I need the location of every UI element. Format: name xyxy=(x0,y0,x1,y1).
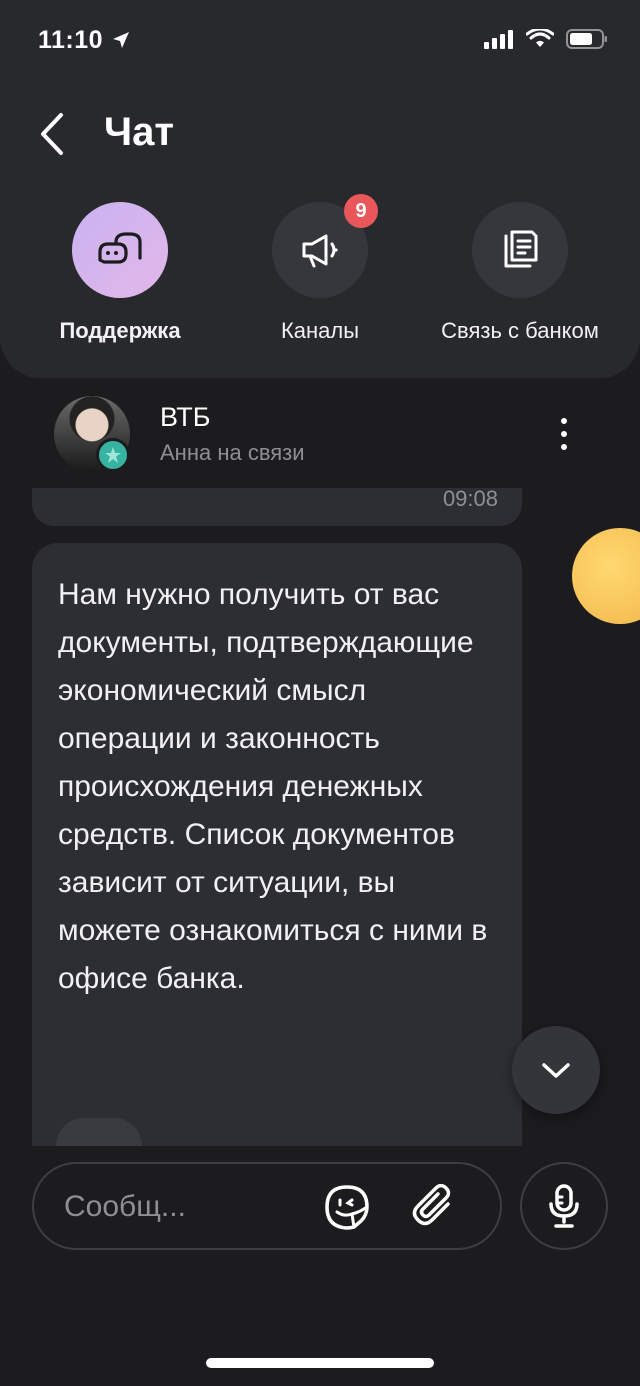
tab-support-label: Поддержка xyxy=(59,318,181,343)
voice-message-button[interactable] xyxy=(520,1162,608,1250)
dot-icon xyxy=(561,431,567,437)
cellular-signal-icon xyxy=(484,30,513,49)
tab-channels[interactable]: 9 Каналы xyxy=(220,194,420,352)
tab-bank-contact-label: Связь с банком xyxy=(441,318,599,343)
message-bubble[interactable]: Нам нужно получить от вас документы, под… xyxy=(32,543,522,1146)
microphone-icon xyxy=(549,1184,579,1228)
back-button[interactable] xyxy=(30,110,74,158)
sticker-face-icon xyxy=(325,1185,369,1230)
wifi-icon xyxy=(526,29,554,47)
battery-icon xyxy=(566,29,607,49)
chevron-left-icon xyxy=(41,113,63,155)
message-text: Нам нужно получить от вас документы, под… xyxy=(58,578,488,995)
location-arrow-icon xyxy=(112,32,129,48)
star-icon xyxy=(96,438,130,472)
chevron-down-icon xyxy=(542,1063,570,1078)
scroll-down-button[interactable] xyxy=(512,1026,600,1114)
message-input-container xyxy=(32,1162,502,1250)
dot-icon xyxy=(561,444,567,450)
previous-message-bubble: 09:08 xyxy=(32,488,522,526)
tab-support[interactable]: Поддержка xyxy=(20,202,220,352)
status-icons xyxy=(484,28,608,50)
add-reaction-button[interactable] xyxy=(56,1118,142,1146)
message-input[interactable] xyxy=(64,1184,314,1230)
home-indicator[interactable] xyxy=(206,1358,434,1368)
page-title: Чат xyxy=(104,110,174,154)
tab-bank-contact[interactable]: Связь с банком xyxy=(420,202,620,352)
tab-bank-contact-circle xyxy=(472,202,568,298)
tab-support-circle xyxy=(72,202,168,298)
megaphone-icon xyxy=(302,234,338,268)
tab-channels-circle: 9 xyxy=(272,194,378,298)
paperclip-icon xyxy=(412,1184,451,1226)
chat-status: Анна на связи xyxy=(160,440,305,465)
unread-badge: 9 xyxy=(344,194,378,228)
dot-icon xyxy=(561,418,567,424)
chat-name: ВТБ xyxy=(160,402,211,432)
attach-button[interactable] xyxy=(410,1182,460,1232)
sticker-button[interactable] xyxy=(322,1182,372,1232)
chat-bubbles-icon xyxy=(98,232,142,264)
tab-channels-label: Каналы xyxy=(280,318,360,343)
status-time: 11:10 xyxy=(38,26,131,55)
more-options-button[interactable] xyxy=(548,414,580,454)
message-time: 09:08 xyxy=(442,488,498,511)
documents-icon xyxy=(504,230,538,268)
